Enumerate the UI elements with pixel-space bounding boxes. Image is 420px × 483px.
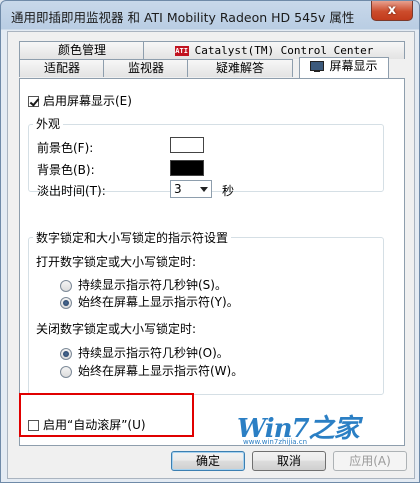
close-icon: x [387, 3, 397, 18]
lock-on-title: 打开数字锁定或大小写锁定时: [36, 255, 197, 269]
ati-logo-icon: ATI [174, 46, 189, 56]
foreground-color-swatch[interactable] [170, 137, 204, 153]
ok-button[interactable]: 确定 [171, 451, 245, 471]
option-label: 始终在屏幕上显示指示符(Y)。 [78, 295, 239, 309]
radio-unselected[interactable] [60, 365, 72, 378]
foreground-color-label: 前景色(F): [37, 141, 94, 155]
tab-label: 颜色管理 [57, 43, 106, 57]
tab-label: 疑难解答 [215, 61, 264, 75]
enable-osd-checkbox[interactable]: 启用屏幕显示(E) [28, 92, 132, 109]
lock-off-title: 关闭数字锁定或大小写锁定时: [36, 322, 197, 336]
lock-indicator-group-title: 数字锁定和大小写锁定的指示符设置 [33, 229, 232, 246]
tab-label: Catalyst(TM) Control Center [194, 44, 374, 57]
tab-monitor[interactable]: 监视器 [103, 59, 189, 77]
fade-time-label: 淡出时间(T): [37, 184, 106, 198]
tab-label: 屏幕显示 [329, 59, 378, 73]
title-bar[interactable]: 通用即插即用监视器 和 ATI Mobility Radeon HD 545v … [1, 1, 419, 29]
option-label: 持续显示指示符几秒钟(O)。 [78, 346, 229, 360]
option-label: 持续显示指示符几秒钟(S)。 [78, 278, 227, 292]
radio-selected[interactable] [60, 296, 72, 309]
tab-on-screen-display[interactable]: 屏幕显示 [299, 57, 389, 78]
properties-window: 通用即插即用监视器 和 ATI Mobility Radeon HD 545v … [0, 0, 420, 483]
fade-time-unit: 秒 [222, 184, 235, 198]
watermark: Win7之家 www.win7zhijia.cn [237, 408, 360, 446]
background-color-swatch[interactable] [170, 160, 204, 176]
chevron-down-icon [200, 187, 208, 192]
cancel-button[interactable]: 取消 [252, 451, 326, 471]
tab-troubleshoot[interactable]: 疑难解答 [187, 59, 293, 77]
window-title: 通用即插即用监视器 和 ATI Mobility Radeon HD 545v … [11, 10, 355, 25]
lock-off-option-always[interactable]: 始终在屏幕上显示指示符(W)。 [60, 362, 243, 379]
close-button[interactable]: x [371, 1, 413, 21]
background-color-label: 背景色(B): [37, 163, 95, 177]
option-label: 始终在屏幕上显示指示符(W)。 [78, 364, 244, 378]
tab-label: 适配器 [43, 61, 80, 75]
lock-off-option-timed[interactable]: 持续显示指示符几秒钟(O)。 [60, 344, 229, 361]
radio-selected[interactable] [60, 347, 72, 360]
monitor-icon [310, 61, 325, 72]
watermark-url: www.win7zhijia.cn [243, 438, 308, 446]
fade-time-dropdown[interactable]: 3 [170, 180, 212, 198]
highlight-annotation-box [19, 393, 194, 437]
lock-on-option-timed[interactable]: 持续显示指示符几秒钟(S)。 [60, 276, 227, 293]
lock-on-option-always[interactable]: 始终在屏幕上显示指示符(Y)。 [60, 293, 239, 310]
radio-unselected[interactable] [60, 279, 72, 292]
enable-osd-label: 启用屏幕显示(E) [43, 94, 132, 108]
tab-adapter[interactable]: 适配器 [19, 59, 105, 77]
fade-time-value: 3 [174, 182, 182, 196]
appearance-group-title: 外观 [33, 115, 64, 132]
tab-label: 监视器 [127, 61, 164, 75]
osd-tab-panel: 启用屏幕显示(E) 外观 前景色(F): 背景色(B): 淡出时间(T): 3 … [19, 78, 405, 446]
tab-color-management[interactable]: 颜色管理 [19, 41, 145, 59]
apply-button[interactable]: 应用(A) [333, 451, 407, 471]
checkbox-checked[interactable] [28, 96, 39, 107]
